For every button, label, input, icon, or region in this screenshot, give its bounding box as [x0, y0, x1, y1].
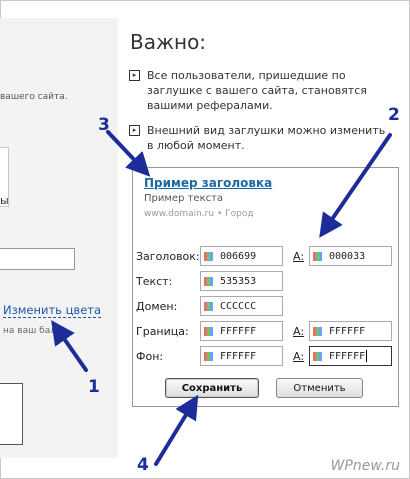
border-color-label: Граница: — [136, 325, 189, 338]
title-color-label: Заголовок: — [136, 250, 200, 263]
preview-url: www.domain.ru • Город — [144, 209, 254, 219]
left-code-input[interactable] — [0, 248, 75, 270]
bg-color-label: Фон: — [136, 350, 164, 363]
border-color-field[interactable]: FFFFFF — [200, 321, 283, 341]
bullet-text: Все пользователи, пришедшие по заглушке … — [147, 69, 367, 112]
bullet-text: Внешний вид заглушки можно изменить в лю… — [147, 124, 386, 152]
text-color-field[interactable]: 535353 — [200, 271, 283, 291]
save-button[interactable]: Сохранить — [165, 378, 259, 398]
preview-text: Пример текста — [144, 193, 224, 204]
color-palette-icon[interactable] — [313, 252, 322, 261]
border-hover-label: A: — [293, 325, 305, 338]
left-balance-text: на ваш бал... — [3, 326, 65, 336]
bullet-item: ▸ Внешний вид заглушки можно изменить в … — [129, 123, 394, 155]
bg-hover-label: A: — [293, 350, 305, 363]
border-hover-color-field[interactable]: FFFFFF — [309, 321, 392, 341]
color-palette-icon[interactable] — [204, 352, 213, 361]
left-bottom-box — [0, 383, 23, 445]
watermark-text: WPnew.ru — [330, 458, 400, 474]
bullet-arrow-icon: ▸ — [129, 70, 140, 81]
annotation-number-2: 2 — [388, 105, 400, 125]
change-colors-link[interactable]: Изменить цвета — [3, 304, 102, 318]
color-palette-icon[interactable] — [313, 352, 322, 361]
annotation-number-3: 3 — [98, 115, 110, 135]
color-palette-icon[interactable] — [313, 327, 322, 336]
color-palette-icon[interactable] — [204, 277, 213, 286]
preview-heading-link[interactable]: Пример заголовка — [144, 176, 272, 190]
domain-color-label: Домен: — [136, 300, 178, 313]
annotation-number-1: 1 — [88, 377, 100, 397]
color-palette-icon[interactable] — [204, 252, 213, 261]
title-hover-color-field[interactable]: 000033 — [309, 246, 392, 266]
panel-title: Важно: — [130, 30, 207, 54]
bullet-item: ▸ Все пользователи, пришедшие по заглушк… — [129, 68, 394, 114]
bullet-arrow-icon: ▸ — [129, 125, 140, 136]
bg-color-field[interactable]: FFFFFF — [200, 346, 283, 366]
text-color-label: Текст: — [136, 275, 173, 288]
bg-hover-color-field[interactable]: FFFFFF — [309, 346, 392, 366]
bg-hover-value: FFFFFF — [329, 351, 366, 362]
title-hover-label: A: — [293, 250, 305, 263]
text-caret — [366, 350, 368, 362]
left-partial-text: ы — [0, 194, 9, 207]
color-palette-icon[interactable] — [204, 327, 213, 336]
title-color-field[interactable]: 006699 — [200, 246, 283, 266]
annotation-number-4: 4 — [137, 455, 149, 475]
cancel-button[interactable]: Отменить — [276, 378, 363, 398]
left-description-text: вашего сайта. — [0, 92, 68, 102]
color-palette-icon[interactable] — [204, 302, 213, 311]
domain-color-field[interactable]: CCCCCC — [200, 296, 283, 316]
